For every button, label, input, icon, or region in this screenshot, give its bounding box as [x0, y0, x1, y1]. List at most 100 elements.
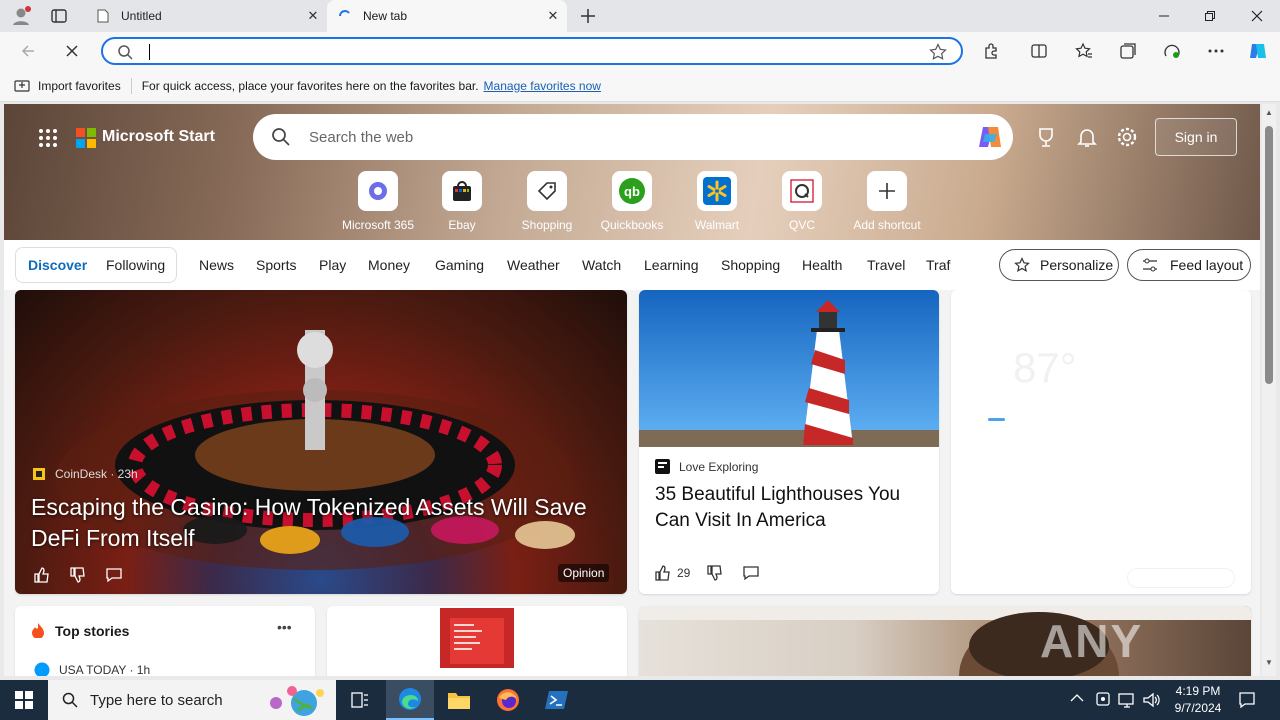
close-tab-icon[interactable]: ✕: [305, 8, 321, 24]
shortcut-quickbooks[interactable]: qb Quickbooks: [590, 171, 674, 232]
shortcut-microsoft-365[interactable]: Microsoft 365: [336, 171, 420, 232]
category-play[interactable]: Play: [319, 257, 346, 273]
notification-center-icon[interactable]: [1238, 691, 1256, 709]
category-weather[interactable]: Weather: [507, 257, 560, 273]
import-favorites-icon: [14, 79, 30, 93]
rewards-trophy-icon[interactable]: [1035, 126, 1057, 148]
back-icon[interactable]: [12, 36, 44, 66]
category-shopping[interactable]: Shopping: [721, 257, 780, 273]
qvc-icon: [782, 171, 822, 211]
settings-gear-icon[interactable]: [1116, 126, 1138, 148]
meet-now-icon[interactable]: [1095, 691, 1111, 709]
walmart-icon: [697, 171, 737, 211]
performance-icon[interactable]: [1156, 36, 1188, 66]
import-favorites-button[interactable]: Import favorites: [38, 79, 121, 93]
category-news[interactable]: News: [199, 257, 234, 273]
shortcut-walmart[interactable]: Walmart: [675, 171, 759, 232]
shortcut-label: Add shortcut: [853, 218, 921, 232]
search-highlight-globe-icon: [262, 683, 328, 717]
split-screen-icon[interactable]: [1023, 36, 1055, 66]
lighthouse-article-card[interactable]: Love Exploring 35 Beautiful Lighthouses …: [639, 290, 939, 594]
scrollbar-thumb[interactable]: [1265, 126, 1273, 384]
shortcut-qvc[interactable]: QVC: [760, 171, 844, 232]
notifications-bell-icon[interactable]: [1076, 126, 1098, 148]
weather-temperature: 87°: [1013, 344, 1077, 391]
hero-article-card[interactable]: CoinDesk · 23h Escaping the Casino: How …: [15, 290, 627, 594]
shortcut-shopping[interactable]: Shopping: [505, 171, 589, 232]
extensions-icon[interactable]: [975, 36, 1007, 66]
powershell-icon[interactable]: [533, 680, 581, 720]
copilot-icon[interactable]: [1242, 36, 1274, 66]
favorite-star-icon[interactable]: [929, 43, 947, 61]
firefox-icon[interactable]: [484, 680, 532, 720]
copilot-icon[interactable]: [975, 122, 1005, 152]
category-money[interactable]: Money: [368, 257, 410, 273]
tab-new-tab[interactable]: New tab ✕: [327, 0, 567, 32]
category-gaming[interactable]: Gaming: [435, 257, 484, 273]
comment-icon[interactable]: [105, 566, 123, 584]
top-stories-title: Top stories: [55, 623, 130, 639]
dislike-icon[interactable]: [69, 566, 87, 584]
shortcut-ebay[interactable]: Ebay: [420, 171, 504, 232]
more-options-icon[interactable]: [1200, 36, 1232, 66]
comment-icon[interactable]: [742, 564, 760, 582]
manage-favorites-link[interactable]: Manage favorites now: [484, 79, 601, 93]
sign-in-button[interactable]: Sign in: [1155, 118, 1237, 156]
more-options-icon[interactable]: •••: [277, 619, 292, 635]
scroll-down-arrow-icon[interactable]: ▼: [1265, 658, 1273, 667]
book-article-card[interactable]: [327, 606, 627, 676]
restore-icon[interactable]: [1187, 0, 1233, 32]
category-health[interactable]: Health: [802, 257, 842, 273]
article-headline[interactable]: Escaping the Casino: How Tokenized Asset…: [31, 492, 621, 554]
file-explorer-icon[interactable]: [435, 680, 483, 720]
collections-icon[interactable]: [1112, 36, 1144, 66]
tab-title: New tab: [363, 9, 408, 23]
favorites-icon[interactable]: [1068, 36, 1100, 66]
start-button[interactable]: [0, 680, 48, 720]
feed-layout-button[interactable]: Feed layout: [1127, 249, 1251, 281]
web-search-box[interactable]: Search the web: [253, 114, 1013, 160]
taskbar-search-box[interactable]: Type here to search: [48, 680, 336, 720]
address-bar[interactable]: [101, 37, 963, 65]
microsoft-start-logo[interactable]: Microsoft Start: [102, 128, 215, 146]
profile-icon[interactable]: [10, 5, 32, 27]
clock-time[interactable]: 4:19 PM: [1168, 684, 1228, 698]
category-travel[interactable]: Travel: [867, 257, 905, 273]
tab-following[interactable]: Following: [106, 257, 165, 273]
shortcut-label: Ebay: [448, 218, 476, 232]
like-icon[interactable]: [33, 566, 51, 584]
clock-date[interactable]: 9/7/2024: [1168, 701, 1228, 715]
article-headline[interactable]: 35 Beautiful Lighthouses You Can Visit I…: [655, 482, 931, 534]
opinion-badge: Opinion: [558, 564, 610, 582]
loading-icon: [337, 8, 353, 24]
scroll-up-arrow-icon[interactable]: ▲: [1265, 108, 1273, 117]
search-icon: [117, 44, 133, 60]
tab-untitled[interactable]: Untitled ✕: [87, 0, 327, 32]
like-icon[interactable]: [654, 564, 672, 582]
category-sports[interactable]: Sports: [256, 257, 296, 273]
category-watch[interactable]: Watch: [582, 257, 621, 273]
category-learning[interactable]: Learning: [644, 257, 699, 273]
category-traffic[interactable]: Traf: [926, 257, 950, 273]
network-icon[interactable]: [1118, 691, 1136, 709]
love-exploring-logo-icon: [655, 459, 670, 474]
stop-loading-icon[interactable]: [56, 36, 88, 66]
tab-actions-icon[interactable]: [50, 7, 68, 25]
minimize-icon[interactable]: [1141, 0, 1187, 32]
tab-discover[interactable]: Discover: [28, 257, 87, 273]
new-tab-icon[interactable]: [578, 6, 598, 26]
show-hidden-icons-chevron-icon[interactable]: [1070, 693, 1084, 703]
edge-taskbar-icon[interactable]: [386, 680, 434, 720]
loading-indicator: [988, 418, 1005, 421]
dislike-icon[interactable]: [706, 564, 724, 582]
personalize-button[interactable]: Personalize: [999, 249, 1119, 281]
weather-card[interactable]: 87°: [951, 290, 1251, 594]
task-view-icon[interactable]: [336, 680, 384, 720]
page-scrollbar[interactable]: ▲ ▼: [1262, 104, 1276, 676]
close-tab-icon[interactable]: ✕: [545, 8, 561, 24]
ebay-icon: [442, 171, 482, 211]
close-window-icon[interactable]: [1234, 0, 1280, 32]
volume-icon[interactable]: [1142, 691, 1160, 709]
app-launcher-icon[interactable]: [38, 128, 58, 148]
shortcut-add[interactable]: Add shortcut: [845, 171, 929, 232]
